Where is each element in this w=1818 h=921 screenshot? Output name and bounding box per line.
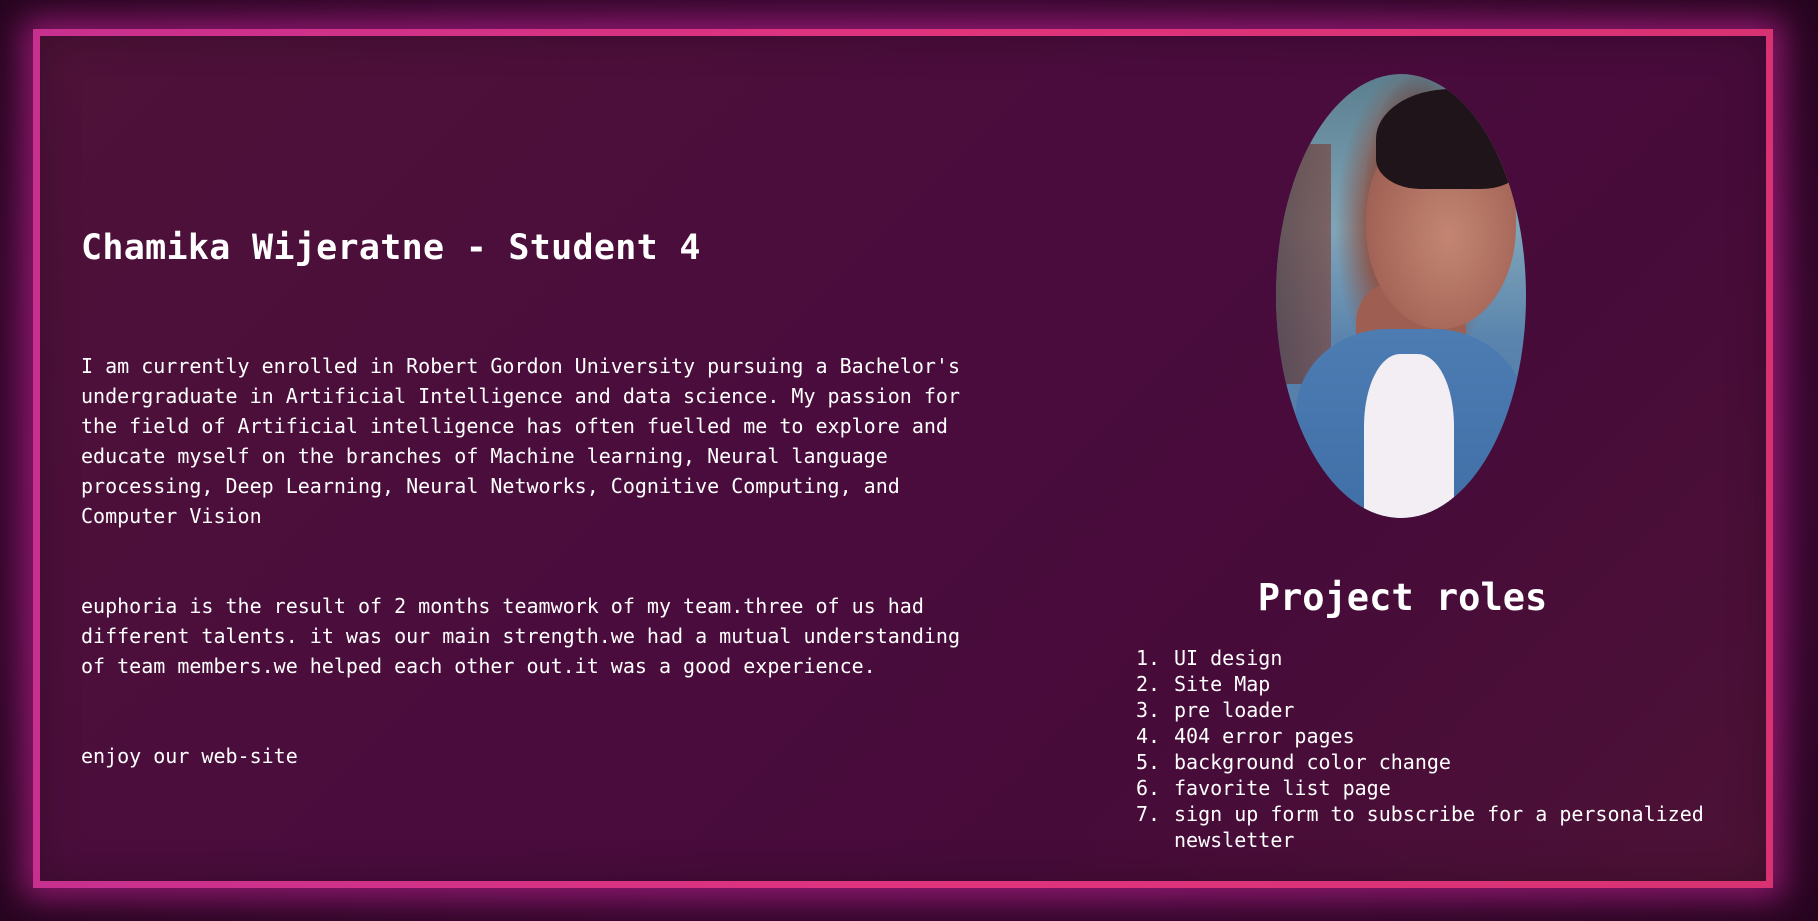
role-list-item: 5. background color change (1136, 749, 1756, 775)
student-info: Chamika Wijeratne - Student 4 I am curre… (81, 223, 961, 831)
role-number: 1. (1136, 646, 1161, 670)
student-bio: I am currently enrolled in Robert Gordon… (81, 321, 981, 831)
role-list-item: 4. 404 error pages (1136, 723, 1756, 749)
role-text: sign up form to subscribe for a personal… (1174, 802, 1704, 852)
photo-background-door (1276, 144, 1331, 384)
role-text: 404 error pages (1174, 724, 1355, 748)
role-text: favorite list page (1174, 776, 1391, 800)
role-text: background color change (1174, 750, 1451, 774)
role-number: 4. (1136, 724, 1161, 748)
role-number: 3. (1136, 698, 1161, 722)
role-number: 7. (1136, 802, 1161, 826)
project-roles-heading: Project roles (1257, 576, 1548, 619)
project-roles-list: 1. UI design 2. Site Map 3. pre loader 4. 40… (1136, 645, 1756, 853)
bio-paragraph: euphoria is the result of 2 months teamw… (81, 594, 960, 678)
role-number: 2. (1136, 672, 1161, 696)
role-list-item: 3. pre loader (1136, 697, 1756, 723)
bio-paragraph: I am currently enrolled in Robert Gordon… (81, 354, 960, 528)
student-profile-photo (1276, 74, 1526, 518)
role-list-item: 6. favorite list page (1136, 775, 1756, 801)
bio-paragraph: enjoy our web-site (81, 744, 298, 768)
role-text: UI design (1174, 646, 1283, 670)
photo-hair (1376, 89, 1526, 189)
role-list-item: 1. UI design (1136, 645, 1756, 671)
role-number: 6. (1136, 776, 1161, 800)
role-text: Site Map (1174, 672, 1271, 696)
role-number: 5. (1136, 750, 1161, 774)
photo-undershirt (1364, 354, 1454, 518)
role-text: pre loader (1174, 698, 1295, 722)
role-list-item: 7. sign up form to subscribe for a person… (1136, 801, 1756, 853)
student-name-heading: Chamika Wijeratne - Student 4 (81, 228, 701, 268)
role-list-item: 2. Site Map (1136, 671, 1756, 697)
